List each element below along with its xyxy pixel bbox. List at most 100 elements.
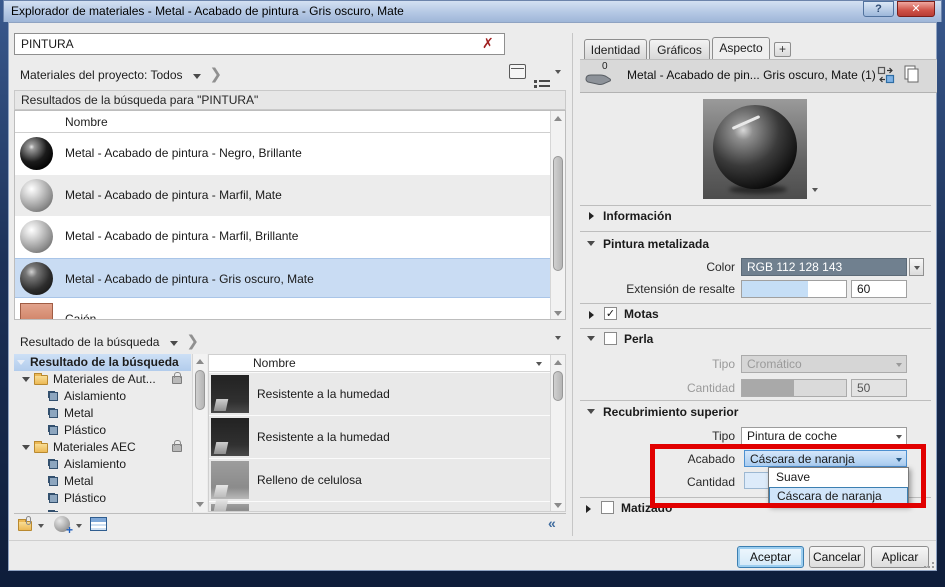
motas-checkbox[interactable]: ✓ <box>604 307 617 320</box>
material-class-icon <box>48 391 58 401</box>
tab-graficos[interactable]: Gráficos <box>649 39 710 60</box>
expander-icon[interactable] <box>17 360 25 365</box>
expander-icon[interactable] <box>587 409 595 414</box>
table-row-selected[interactable]: Metal - Acabado de pintura - Gris oscuro… <box>15 258 550 298</box>
tab-identidad[interactable]: Identidad <box>584 39 647 60</box>
tree-item-class[interactable]: Aislamiento <box>14 388 191 405</box>
search-input[interactable]: PINTURA <box>14 33 505 55</box>
expander-icon[interactable] <box>589 311 594 319</box>
tree-item-class[interactable]: Metal <box>14 405 191 422</box>
expander-icon[interactable] <box>587 336 595 341</box>
table-row[interactable]: Cajón <box>15 299 550 320</box>
column-header-nombre[interactable]: Nombre <box>209 355 550 372</box>
scrollbar-vertical[interactable] <box>550 111 565 320</box>
expander-icon[interactable] <box>589 212 594 220</box>
list-item[interactable]: Resistente a la humedad <box>209 373 550 415</box>
material-preview[interactable] <box>703 99 807 199</box>
material-thumbnail <box>20 137 53 170</box>
column-header-nombre[interactable]: Nombre <box>15 111 550 133</box>
expander-icon[interactable] <box>22 445 30 450</box>
collapse-panel-icon[interactable]: « <box>548 515 556 531</box>
matizado-checkbox[interactable] <box>601 501 614 514</box>
tree-item-class[interactable]: Metal <box>14 473 191 490</box>
section-pintura-metalizada[interactable]: Pintura metalizada <box>603 237 709 251</box>
material-thumbnail <box>20 220 53 253</box>
topcoat-amount-slider[interactable] <box>744 472 769 489</box>
list-item[interactable]: Relleno de celulosa <box>209 459 550 501</box>
material-name: Resistente a la humedad <box>257 387 390 401</box>
scroll-up-icon[interactable] <box>554 360 562 365</box>
library-dropdown[interactable]: Resultado de la búsqueda ❯ <box>20 332 199 351</box>
dropdown-option-cascara[interactable]: Cáscara de naranja <box>769 487 908 506</box>
section-informacion[interactable]: Información <box>603 209 672 223</box>
close-button[interactable]: ✕ <box>897 1 935 17</box>
sort-arrow-icon[interactable] <box>536 362 542 366</box>
list-item-partial[interactable] <box>209 502 550 512</box>
accept-button[interactable]: Aceptar <box>737 546 804 568</box>
splitter[interactable] <box>572 33 573 536</box>
expander-icon[interactable] <box>586 505 591 513</box>
table-row[interactable]: Metal - Acabado de pintura - Marfil, Mat… <box>15 175 550 216</box>
tree-scrollbar[interactable] <box>192 354 207 512</box>
highlight-extension-slider[interactable] <box>741 280 847 298</box>
list-item[interactable]: Resistente a la humedad <box>209 416 550 458</box>
create-material-icon[interactable]: + <box>54 516 70 532</box>
expander-icon[interactable] <box>587 241 595 246</box>
section-matizado[interactable]: Matizado <box>621 501 672 515</box>
tree-item-folder[interactable]: Materiales AEC <box>14 439 191 456</box>
preview-options-arrow-icon[interactable] <box>812 188 818 192</box>
expander-icon[interactable] <box>22 377 30 382</box>
create-material-arrow-icon[interactable] <box>76 524 82 528</box>
swap-material-icon[interactable] <box>877 66 895 84</box>
open-editor-icon[interactable] <box>90 517 107 531</box>
library-manage-arrow-icon[interactable] <box>38 524 44 528</box>
tree-item-class[interactable]: Plástico <box>14 422 191 439</box>
tree-item-partial[interactable] <box>14 507 191 512</box>
scroll-down-icon[interactable] <box>554 503 562 508</box>
material-class-icon <box>48 476 58 486</box>
title-bar[interactable]: Explorador de materiales - Metal - Acaba… <box>3 0 942 22</box>
topcoat-type-combobox[interactable]: Pintura de coche <box>741 427 907 445</box>
table-row[interactable]: Metal - Acabado de pintura - Marfil, Bri… <box>15 216 550 258</box>
material-class-icon <box>48 425 58 435</box>
topcoat-finish-combobox[interactable]: Cáscara de naranja <box>744 450 907 467</box>
section-perla[interactable]: Perla <box>624 332 653 346</box>
section-motas[interactable]: Motas <box>624 307 659 321</box>
add-tab-button[interactable]: + <box>774 42 791 57</box>
table-row[interactable]: Metal - Acabado de pintura - Negro, Bril… <box>15 133 550 175</box>
scroll-up-icon[interactable] <box>196 359 204 364</box>
tree-item-class[interactable]: Plástico <box>14 490 191 507</box>
view-options-arrow-icon[interactable] <box>555 70 561 74</box>
color-dropdown-button[interactable] <box>909 258 924 276</box>
tree-item-label: Materiales AEC <box>53 439 136 456</box>
scroll-down-icon[interactable] <box>196 502 204 507</box>
color-swatch-field[interactable]: RGB 112 128 143 <box>741 258 907 276</box>
scrollbar-thumb[interactable] <box>195 370 205 410</box>
scroll-up-icon[interactable] <box>554 116 562 121</box>
scrollbar-thumb[interactable] <box>553 371 563 401</box>
resize-grip[interactable] <box>924 566 926 568</box>
tree-item-class[interactable]: Aislamiento <box>14 456 191 473</box>
material-thumbnail <box>20 303 53 320</box>
tab-aspecto[interactable]: Aspecto <box>712 37 770 60</box>
list-scrollbar[interactable] <box>550 355 565 512</box>
scroll-down-icon[interactable] <box>554 311 562 316</box>
material-class-icon <box>48 408 58 418</box>
section-recubrimiento-superior[interactable]: Recubrimiento superior <box>603 405 738 419</box>
clear-search-icon[interactable]: ✗ <box>482 35 494 52</box>
material-name: Metal - Acabado de pintura - Gris oscuro… <box>65 272 314 286</box>
view-options-arrow-icon[interactable] <box>555 336 561 340</box>
dock-panel-icon[interactable] <box>509 64 526 79</box>
tree-item-search-result[interactable]: Resultado de la búsqueda <box>14 354 191 371</box>
perla-checkbox[interactable] <box>604 332 617 345</box>
scrollbar-thumb[interactable] <box>553 156 563 271</box>
tree-item-folder[interactable]: Materiales de Aut... <box>14 371 191 388</box>
dropdown-option-suave[interactable]: Suave <box>769 468 908 487</box>
apply-button[interactable]: Aplicar <box>871 546 929 568</box>
library-manage-icon[interactable] <box>18 518 32 536</box>
highlight-extension-value[interactable]: 60 <box>851 280 907 298</box>
cancel-button[interactable]: Cancelar <box>809 546 865 568</box>
duplicate-material-icon[interactable] <box>902 64 922 84</box>
project-materials-dropdown[interactable]: Materiales del proyecto: Todos ❯ <box>20 65 222 84</box>
help-button[interactable]: ? <box>863 1 894 17</box>
